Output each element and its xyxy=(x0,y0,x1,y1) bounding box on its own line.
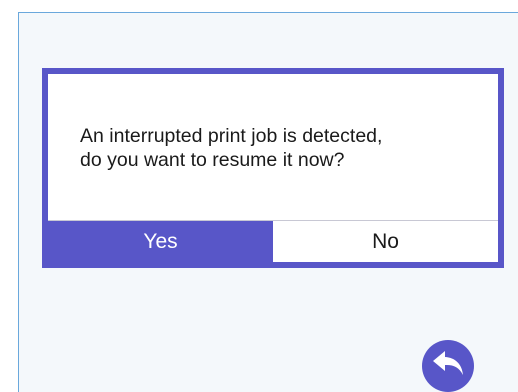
no-button[interactable]: No xyxy=(273,221,498,262)
resume-print-dialog: An interrupted print job is detected, do… xyxy=(42,68,504,268)
yes-button[interactable]: Yes xyxy=(48,221,273,262)
back-button[interactable] xyxy=(422,340,474,392)
dialog-message: An interrupted print job is detected, do… xyxy=(80,125,383,171)
dialog-button-row: Yes No xyxy=(48,221,498,262)
back-arrow-icon xyxy=(431,349,465,384)
